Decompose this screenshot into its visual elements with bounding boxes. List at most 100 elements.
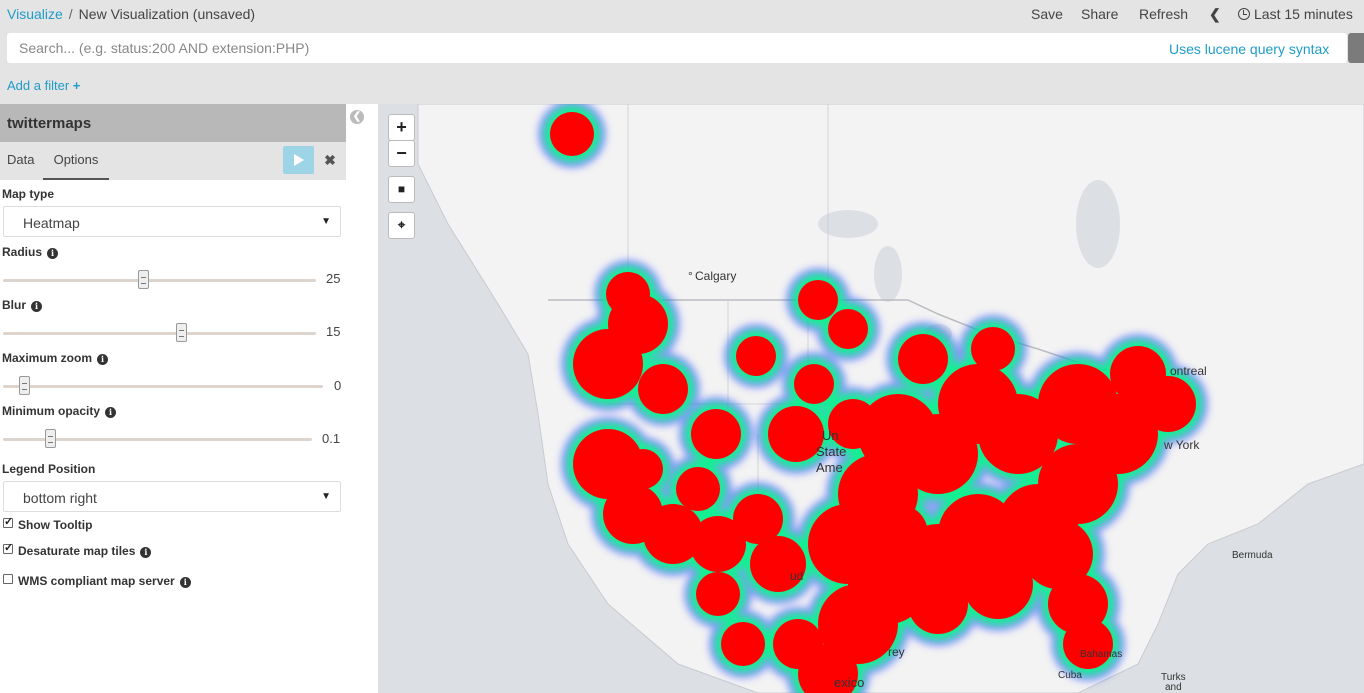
max-zoom-value: 0: [334, 378, 342, 393]
legend-position-label: Legend Position: [2, 462, 96, 476]
breadcrumb: Visualize / New Visualization (unsaved): [7, 6, 255, 22]
top-bar: Visualize / New Visualization (unsaved) Sa…: [0, 0, 1364, 30]
heatmap-point: [908, 574, 968, 634]
info-icon[interactable]: i: [47, 248, 59, 259]
max-zoom-label: Maximum zoom i: [2, 351, 109, 365]
refresh-button[interactable]: Refresh: [1139, 6, 1188, 22]
search-input[interactable]: [7, 33, 1347, 63]
lake: [1076, 180, 1120, 268]
map-label-monterrey: rey: [888, 645, 905, 659]
wms-label-text: WMS compliant map server: [18, 574, 175, 588]
max-zoom-slider-handle[interactable]: [19, 376, 30, 395]
min-opacity-value: 0.1: [322, 431, 341, 446]
heatmap-point: [736, 336, 776, 376]
zoom-out-button[interactable]: −: [388, 140, 415, 167]
sidebar-editor: twittermaps Data Options ✖ Map type Heat…: [0, 104, 346, 693]
map-label-bahamas: Bahamas: [1080, 649, 1123, 660]
heatmap-point: [750, 536, 806, 592]
min-opacity-label: Minimum opacity i: [2, 404, 117, 418]
plus-icon: +: [72, 78, 81, 93]
map-label-us-3: Ame: [816, 460, 843, 475]
info-icon[interactable]: i: [97, 354, 109, 365]
heatmap-point: [963, 549, 1033, 619]
heatmap-point: [798, 280, 838, 320]
map-label-juarez: ud: [790, 569, 804, 583]
desaturate-label: Desaturate map tiles i: [18, 544, 152, 558]
vis-title: twittermaps: [0, 104, 346, 142]
heatmap-point: [573, 329, 643, 399]
info-icon[interactable]: i: [179, 577, 191, 588]
blur-slider-track[interactable]: [3, 332, 316, 335]
breadcrumb-visualize-link[interactable]: Visualize: [7, 6, 63, 22]
radius-slider-track[interactable]: [3, 279, 316, 282]
heatmap-point: [868, 504, 928, 564]
map-svg: [417, 104, 1364, 693]
show-tooltip-label: Show Tooltip: [18, 518, 93, 532]
min-opacity-slider-handle[interactable]: [45, 429, 56, 448]
editor-tabs: Data Options ✖: [0, 142, 346, 180]
search-button[interactable]: [1348, 33, 1364, 63]
max-zoom-slider-track[interactable]: [3, 385, 323, 388]
wms-checkbox[interactable]: [3, 574, 13, 584]
info-icon[interactable]: i: [31, 301, 42, 312]
map-label-cuba: Cuba: [1058, 670, 1082, 681]
heatmap-point: [1063, 619, 1113, 669]
heatmap-point: [676, 467, 720, 511]
map-label-us-1: Un: [822, 428, 839, 443]
heatmap-point: [550, 112, 594, 156]
heatmap-point: [794, 364, 834, 404]
add-filter-label: Add a filter: [7, 78, 70, 93]
heatmap-point: [898, 334, 948, 384]
blur-value: 15: [326, 324, 341, 339]
draw-rectangle-icon[interactable]: ■: [388, 176, 415, 203]
time-picker[interactable]: Last 15 minutes: [1238, 6, 1353, 22]
caret-down-icon: ▼: [321, 216, 331, 227]
heatmap-point: [691, 409, 741, 459]
blur-slider-handle[interactable]: [176, 323, 187, 342]
lucene-syntax-link[interactable]: Uses lucene query syntax: [1169, 41, 1329, 57]
min-opacity-label-text: Minimum opacity: [2, 404, 101, 418]
max-zoom-label-text: Maximum zoom: [2, 351, 93, 365]
add-filter-button[interactable]: Add a filter +: [7, 78, 80, 93]
discard-changes-button[interactable]: ✖: [316, 146, 344, 174]
heatmap-point: [623, 449, 663, 489]
map-label-newyork: w York: [1164, 438, 1200, 452]
heatmap-point: [696, 572, 740, 616]
map-label-calgary-dot: °: [688, 269, 693, 283]
heatmap-point: [828, 309, 868, 349]
map-type-value: Heatmap: [23, 215, 80, 231]
radius-label-text: Radius: [2, 245, 43, 259]
save-button[interactable]: Save: [1031, 6, 1063, 22]
blur-label-text: Blur: [2, 298, 26, 312]
blur-label: Blur i: [2, 298, 42, 312]
breadcrumb-separator: /: [68, 6, 73, 22]
time-picker-label: Last 15 minutes: [1254, 6, 1353, 22]
clock-icon: [1238, 8, 1250, 20]
map-type-label: Map type: [2, 187, 55, 201]
desaturate-label-text: Desaturate map tiles: [18, 544, 136, 558]
radius-slider-handle[interactable]: [138, 270, 149, 289]
desaturate-checkbox[interactable]: [3, 541, 13, 554]
map-canvas[interactable]: + − ■ ⌖ ° Calgary ontreal w York Un Stat…: [378, 104, 1364, 693]
radius-label: Radius i: [2, 245, 59, 259]
tab-data[interactable]: Data: [7, 152, 34, 167]
info-icon[interactable]: i: [105, 407, 117, 418]
tab-options[interactable]: Options: [43, 142, 109, 180]
wms-label: WMS compliant map server i: [18, 574, 191, 588]
map-label-mexico: exico: [834, 675, 865, 690]
heatmap-point: [721, 622, 765, 666]
legend-position-select[interactable]: bottom right ▼: [3, 481, 341, 512]
info-icon[interactable]: i: [140, 547, 152, 558]
collapse-sidebar-icon[interactable]: ❮: [350, 110, 364, 124]
search-bar: Uses lucene query syntax: [0, 30, 1364, 66]
map-type-select[interactable]: Heatmap ▼: [3, 206, 341, 237]
filter-bar: Add a filter +: [0, 66, 1364, 104]
show-tooltip-checkbox[interactable]: [3, 515, 13, 528]
apply-changes-button[interactable]: [283, 146, 314, 174]
caret-down-icon: ▼: [321, 491, 331, 502]
zoom-in-button[interactable]: +: [388, 114, 415, 141]
share-button[interactable]: Share: [1081, 6, 1118, 22]
chevron-left-icon[interactable]: ❮: [1209, 6, 1221, 23]
crop-bounds-icon[interactable]: ⌖: [388, 212, 415, 239]
lake: [818, 210, 878, 238]
